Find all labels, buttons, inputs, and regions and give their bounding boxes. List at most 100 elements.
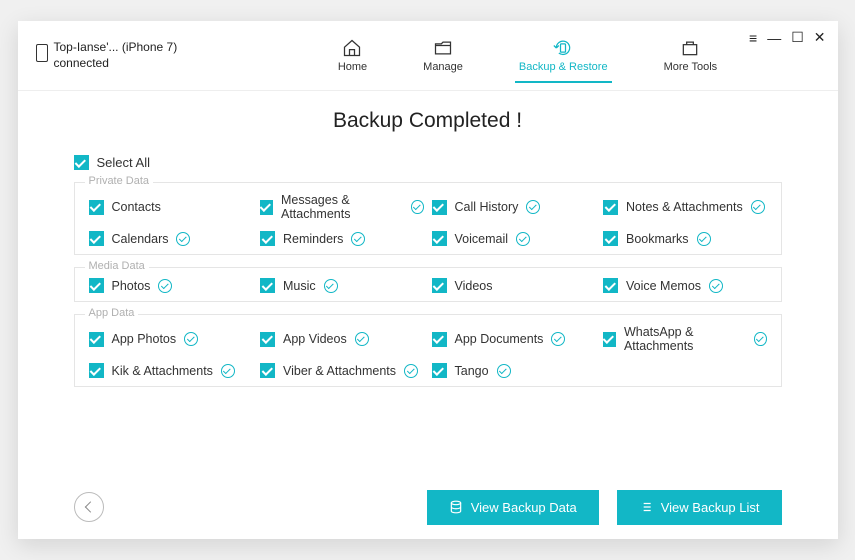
item-checkbox[interactable] [89,278,104,293]
tab-more-tools[interactable]: More Tools [660,28,722,83]
tab-tools-label: More Tools [664,61,718,73]
backup-item[interactable]: Photos [89,278,253,293]
view-data-label: View Backup Data [471,500,577,515]
view-backup-list-button[interactable]: View Backup List [617,490,782,525]
backup-item[interactable]: Viber & Attachments [260,363,424,378]
backup-item[interactable]: Videos [432,278,596,293]
tab-backup-restore[interactable]: Backup & Restore [515,28,612,83]
minimize-button[interactable]: — [767,30,781,46]
check-circle-icon [324,279,338,293]
check-circle-icon [221,364,235,378]
backup-item[interactable]: App Documents [432,325,596,353]
item-label: Voice Memos [626,279,701,293]
backup-item[interactable]: Reminders [260,231,424,246]
check-circle-icon [754,332,766,346]
item-label: Kik & Attachments [112,364,213,378]
tab-backup-label: Backup & Restore [519,61,608,73]
check-circle-icon [158,279,172,293]
maximize-button[interactable]: ☐ [791,29,804,46]
item-checkbox[interactable] [260,278,275,293]
check-circle-icon [497,364,511,378]
item-checkbox[interactable] [603,231,618,246]
item-checkbox[interactable] [89,231,104,246]
backup-item[interactable]: Call History [432,193,596,221]
check-circle-icon [709,279,723,293]
view-backup-data-button[interactable]: View Backup Data [427,490,599,525]
tab-manage[interactable]: Manage [419,28,467,83]
backup-item[interactable]: Kik & Attachments [89,363,253,378]
item-checkbox[interactable] [603,278,618,293]
tab-home[interactable]: Home [334,28,371,83]
item-label: Tango [455,364,489,378]
item-checkbox[interactable] [260,363,275,378]
item-label: Reminders [283,232,343,246]
item-label: Photos [112,279,151,293]
group-app-data: App Data App PhotosApp VideosApp Documen… [74,314,782,387]
item-label: App Documents [455,332,544,346]
item-label: Videos [455,279,493,293]
backup-item[interactable]: Calendars [89,231,253,246]
item-checkbox[interactable] [432,363,447,378]
app-grid: App Photos App Videos App Documents WhatsAp… [89,325,767,378]
check-circle-icon [551,332,565,346]
item-label: Music [283,279,316,293]
item-label: Call History [455,200,519,214]
item-checkbox[interactable] [432,200,447,215]
view-list-label: View Backup List [661,500,760,515]
item-checkbox[interactable] [89,200,104,215]
group-app-label: App Data [85,307,139,319]
backup-item[interactable]: Bookmarks [603,231,767,246]
group-media-data: Media Data PhotosMusicVideosVoice Memos [74,267,782,302]
backup-item[interactable]: Notes & Attachments [603,193,767,221]
page-title: Backup Completed ! [74,109,782,133]
item-checkbox[interactable] [603,200,618,215]
item-label: Bookmarks [626,232,689,246]
check-circle-icon [526,200,540,214]
close-button[interactable]: ✕ [814,29,826,46]
nav-tabs: Home Manage Backup & Restore More Tools [236,28,820,83]
phone-icon [36,44,48,62]
check-circle-icon [184,332,198,346]
item-checkbox[interactable] [432,278,447,293]
footer: View Backup Data View Backup List [18,475,838,539]
check-circle-icon [355,332,369,346]
item-label: Notes & Attachments [626,200,743,214]
item-checkbox[interactable] [432,332,447,347]
backup-item[interactable]: Voicemail [432,231,596,246]
item-checkbox[interactable] [260,200,273,215]
database-icon [449,500,463,514]
backup-item[interactable]: Messages & Attachments [260,193,424,221]
media-grid: Photos Music Videos Voice Memos [89,278,767,293]
select-all-row[interactable]: Select All [74,155,782,170]
item-checkbox[interactable] [432,231,447,246]
header: Top-Ianse'... (iPhone 7) connected Home … [18,21,838,91]
item-label: Messages & Attachments [281,193,403,221]
backup-item[interactable]: WhatsApp & Attachments [603,325,767,353]
item-checkbox[interactable] [89,332,104,347]
item-label: Contacts [112,200,161,214]
item-checkbox[interactable] [603,332,616,347]
item-checkbox[interactable] [260,332,275,347]
menu-icon[interactable]: ≡ [749,30,757,46]
device-name: Top-Ianse'... (iPhone 7) [54,40,178,56]
select-all-checkbox[interactable] [74,155,89,170]
item-checkbox[interactable] [89,363,104,378]
list-icon [639,500,653,514]
item-label: Calendars [112,232,169,246]
backup-item[interactable]: Voice Memos [603,278,767,293]
backup-item[interactable]: App Videos [260,325,424,353]
backup-item[interactable]: Tango [432,363,596,378]
check-circle-icon [751,200,765,214]
device-status: connected [54,56,178,72]
back-button[interactable] [74,492,104,522]
item-checkbox[interactable] [260,231,275,246]
item-label: App Videos [283,332,347,346]
window-controls: ≡ — ☐ ✕ [749,29,825,46]
backup-item[interactable]: Music [260,278,424,293]
tab-manage-label: Manage [423,61,463,73]
backup-item[interactable]: App Photos [89,325,253,353]
backup-item[interactable]: Contacts [89,193,253,221]
select-all-label: Select All [97,155,150,170]
group-media-label: Media Data [85,260,149,272]
item-label: App Photos [112,332,177,346]
